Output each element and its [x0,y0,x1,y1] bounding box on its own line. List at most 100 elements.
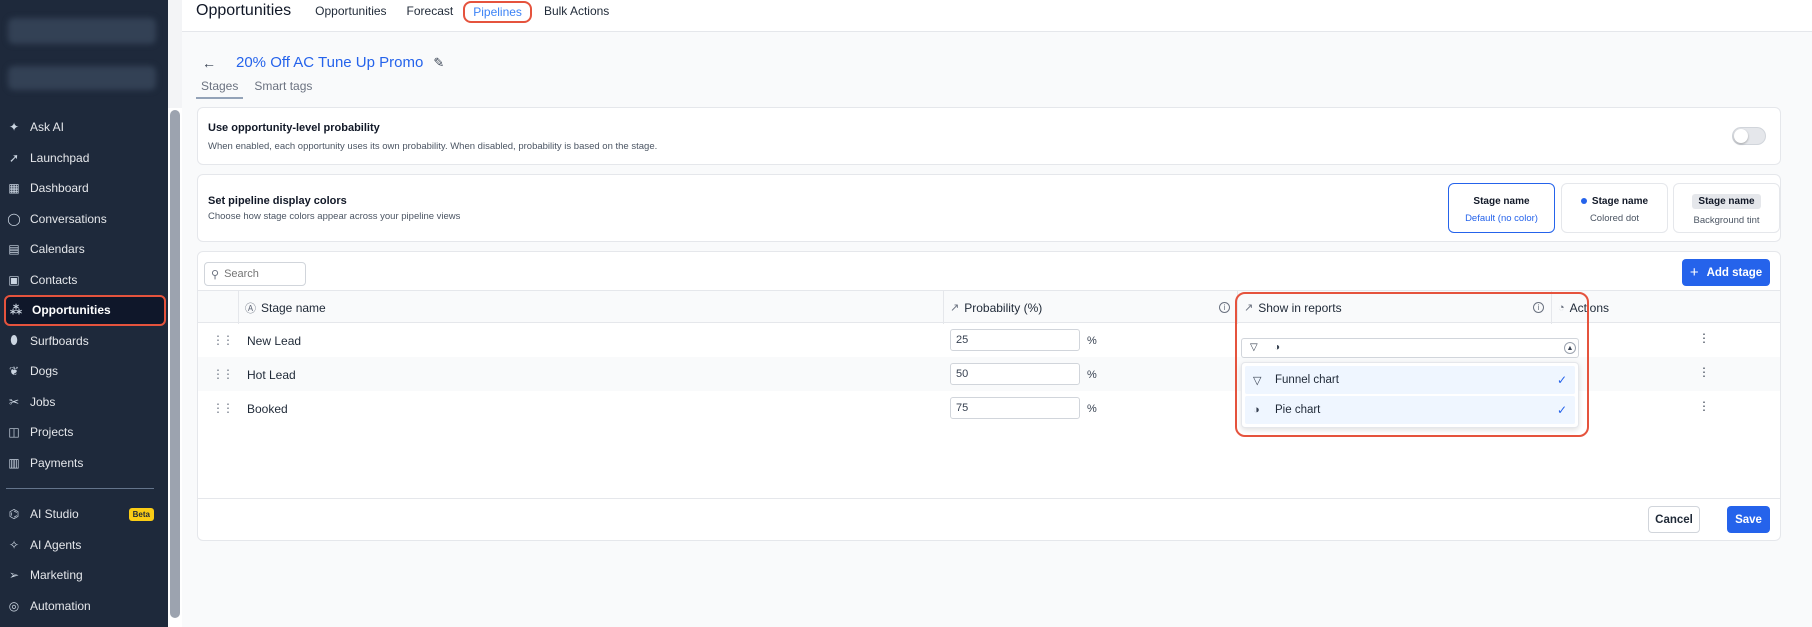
add-stage-label: Add stage [1706,266,1763,279]
sidebar-item-label: Dashboard [30,181,89,196]
kebab-menu-icon[interactable]: ⋮ [1698,331,1710,345]
probability-toggle[interactable] [1732,127,1766,145]
color-option-sub: Colored dot [1589,213,1640,224]
probability-input[interactable]: 75 [950,397,1080,419]
ai-studio-icon: ⌬ [8,507,20,522]
tab-bulk-actions[interactable]: Bulk Actions [544,4,609,18]
sidebar-item-calendars[interactable]: ▤ Calendars [0,234,168,265]
dropdown-option-funnel[interactable]: ▽ Funnel chart ✓ [1245,366,1575,394]
sidebar-item-conversations[interactable]: ◯ Conversations [0,204,168,235]
sidebar-item-automation[interactable]: ◎ Automation [0,591,168,622]
display-colors-card: Set pipeline display colors Choose how s… [197,174,1781,242]
search-box[interactable]: ⚲ [204,262,306,286]
tab-pipelines[interactable]: Pipelines [463,0,532,23]
option-label: Funnel chart [1275,374,1339,386]
sidebar-item-ask-ai[interactable]: ✦ Ask AI [0,112,168,143]
sidebar-item-label: Payments [30,455,84,470]
beta-badge: Beta [128,507,154,521]
search-icon: ⚲ [211,268,220,281]
sidebar-item-ai-agents[interactable]: ✧ AI Agents [0,530,168,561]
sidebar-item-label: Conversations [30,211,107,226]
sidebar-item-opportunities[interactable]: ⁂ Opportunities [4,295,166,326]
sidebar-divider [6,488,154,489]
probability-input[interactable]: 25 [950,329,1080,351]
sidebar-item-label: AI Agents [30,537,82,552]
breadcrumb: ← 20% Off AC Tune Up Promo ✎ [202,54,444,71]
calendar-icon: ▤ [8,242,20,257]
pencil-icon[interactable]: ✎ [433,55,444,71]
sidebar-item-label: Surfboards [30,333,89,348]
grid-icon: ▦ [8,181,20,196]
color-option-dot[interactable]: Stage name Colored dot [1561,183,1668,233]
column-actions: ◔ Actions [1558,291,1609,324]
sidebar-item-marketing[interactable]: ➢ Marketing [0,560,168,591]
sidebar-item-label: Contacts [30,272,78,287]
drag-handle-icon[interactable]: ⋮⋮ [212,401,234,415]
sidebar-item-label: Opportunities [32,303,111,318]
plus-icon: + [1689,264,1699,281]
drag-handle-icon[interactable]: ⋮⋮ [212,333,234,347]
account-switcher[interactable] [8,18,156,44]
pie-icon: ◑ [1253,404,1260,416]
dropdown-option-pie[interactable]: ◑ Pie chart ✓ [1245,396,1575,424]
receipt-icon: ▥ [8,455,20,470]
kebab-menu-icon[interactable]: ⋮ [1698,365,1710,379]
info-icon[interactable]: i [1533,302,1544,313]
color-option-default[interactable]: Stage name Default (no color) [1448,183,1555,233]
add-stage-button[interactable]: + Add stage [1682,259,1770,286]
sidebar-item-label: AI Studio [30,507,79,522]
table-header: Ⓐ Stage name ↗ Probability (%) i ↗ Show in … [198,290,1780,324]
funnel-icon: ▽ [1250,342,1258,353]
check-icon: ✓ [1556,403,1567,417]
sidebar-item-dashboard[interactable]: ▦ Dashboard [0,173,168,204]
funnel-icon: ▽ [1253,374,1262,387]
sidebar-item-label: Calendars [30,242,85,257]
tab-smart-tags[interactable]: Smart tags [249,79,317,99]
sidebar-item-label: Marketing [30,568,83,583]
sidebar-item-label: Ask AI [30,120,65,135]
save-button[interactable]: Save [1727,506,1770,533]
sparkle-icon: ✦ [8,120,20,135]
sidebar-nav: ✦ Ask AI ➚ Launchpad ▦ Dashboard ◯ Conversat… [0,112,168,621]
sidebar-item-ai-studio[interactable]: ⌬ AI Studio Beta [0,499,168,530]
probability-input[interactable]: 50 [950,363,1080,385]
show-in-reports-dropdown: ▽ Funnel chart ✓ ◑ Pie chart ✓ [1241,362,1579,428]
kebab-menu-icon[interactable]: ⋮ [1698,399,1710,413]
column-label: Actions [1569,300,1610,315]
cancel-button[interactable]: Cancel [1648,506,1700,533]
search-input[interactable] [224,268,303,280]
column-divider [1551,291,1552,324]
pie-icon: ◑ [1274,342,1281,353]
search-bar[interactable] [8,66,156,90]
probability-card: Use opportunity-level probability When e… [197,107,1781,165]
tab-opportunities[interactable]: Opportunities [315,4,386,18]
tab-forecast[interactable]: Forecast [407,4,454,18]
sidebar-item-surfboards[interactable]: ⬮ Surfboards [0,326,168,357]
sidebar: ✦ Ask AI ➚ Launchpad ▦ Dashboard ◯ Conversat… [0,0,168,627]
sidebar-item-label: Automation [30,598,91,613]
contacts-icon: ▣ [8,272,20,287]
sidebar-item-dogs[interactable]: ❦ Dogs [0,356,168,387]
tab-stages[interactable]: Stages [196,79,244,99]
column-divider [1237,291,1238,324]
display-colors-title: Set pipeline display colors [208,195,347,207]
chevron-up-icon[interactable]: ▲ [1564,342,1576,354]
sidebar-scrollbar[interactable] [170,110,180,618]
color-option-tint[interactable]: Stage name Background tint [1673,183,1780,233]
info-icon[interactable]: i [1219,302,1230,313]
dog-icon: ❦ [8,364,20,379]
stage-name: New Lead [247,334,302,348]
drag-handle-icon[interactable]: ⋮⋮ [212,367,234,381]
stage-name: Booked [247,402,288,416]
sidebar-item-jobs[interactable]: ✂ Jobs [0,387,168,418]
sidebar-item-contacts[interactable]: ▣ Contacts [0,265,168,296]
sidebar-item-projects[interactable]: ◫ Projects [0,417,168,448]
sidebar-item-launchpad[interactable]: ➚ Launchpad [0,143,168,174]
column-probability: ↗ Probability (%) [950,291,1042,324]
back-arrow-icon[interactable]: ← [202,55,216,71]
color-option-title: Stage name [1580,196,1648,207]
show-in-reports-select[interactable]: ▽ ◑ ▲ [1241,338,1579,358]
column-show-in-reports: ↗ Show in reports [1244,291,1342,324]
sidebar-item-payments[interactable]: ▥ Payments [0,448,168,479]
actions-icon: ◔ [1558,301,1565,314]
